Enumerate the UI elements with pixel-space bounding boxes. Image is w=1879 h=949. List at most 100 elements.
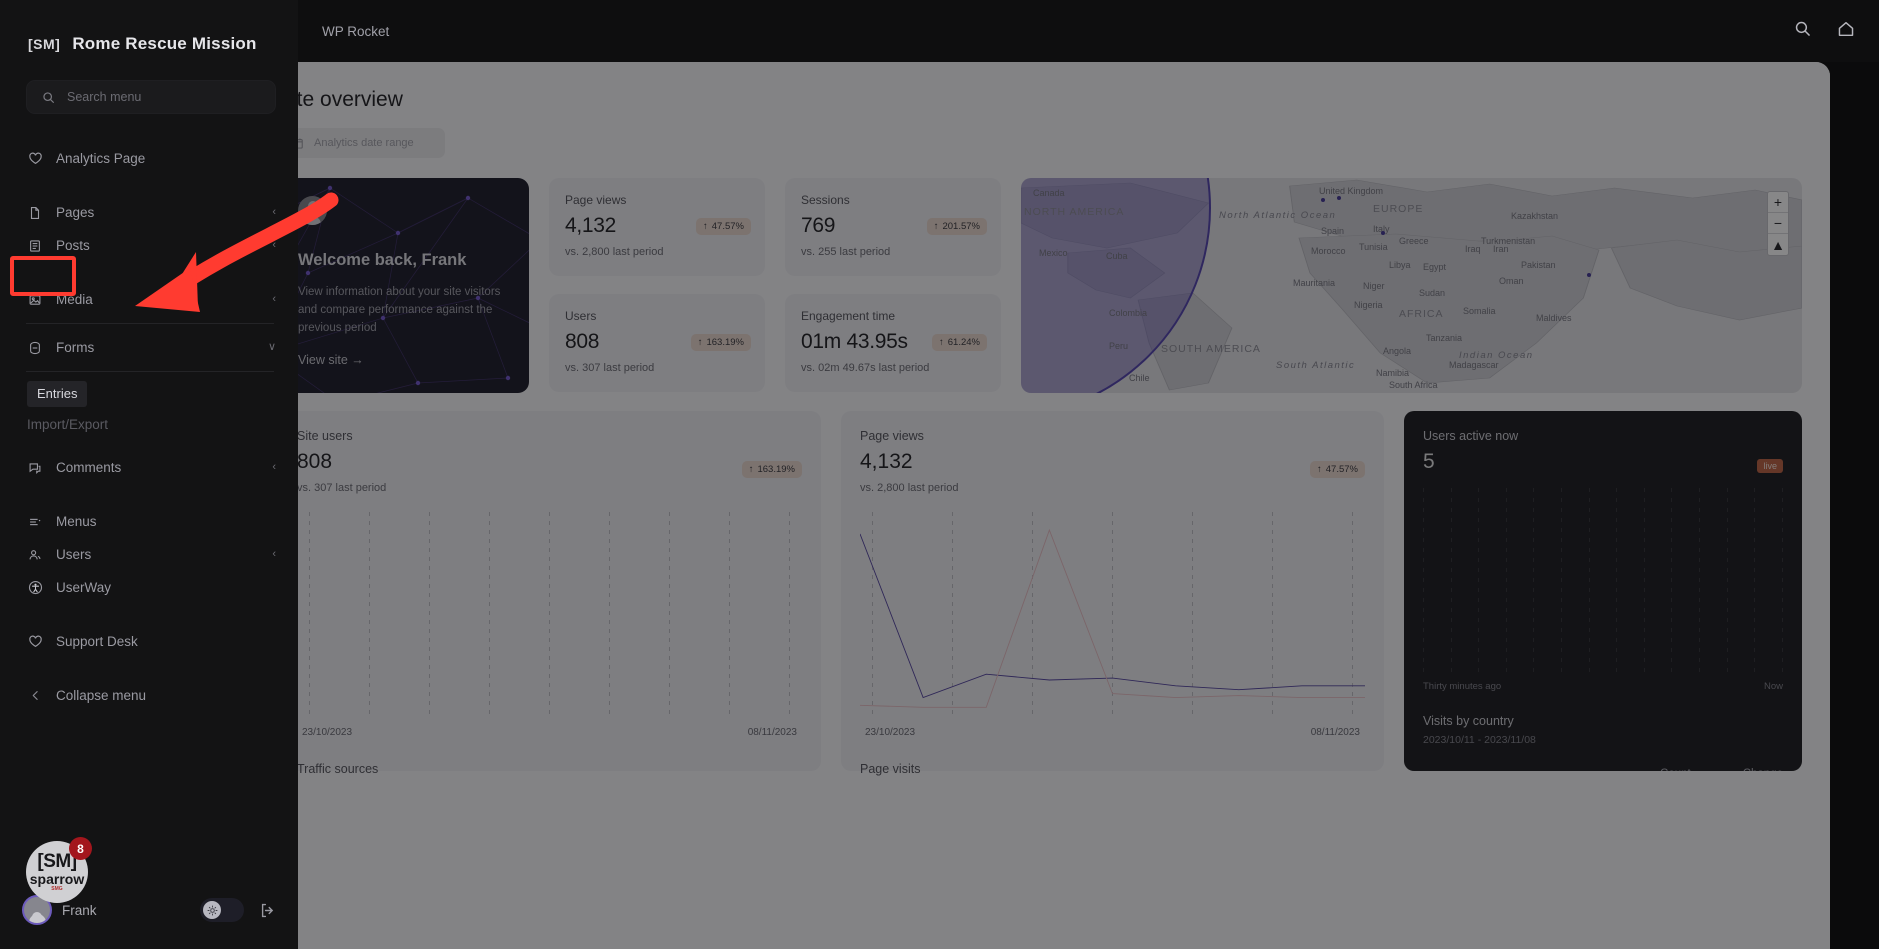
sidebar-nav: Analytics Page Pages ‹ Posts ‹ Media ‹ F… [0, 130, 298, 949]
map-zoom-out-button[interactable]: − [1768, 213, 1788, 234]
map-label-chile: Chile [1129, 373, 1150, 383]
sun-icon [203, 901, 221, 919]
stat-sub: vs. 2,800 last period [565, 246, 664, 258]
stat-label: Page views [565, 193, 627, 207]
sidebar-item-label: Analytics Page [56, 151, 146, 166]
brand[interactable]: [SM] Rome Rescue Mission [0, 0, 298, 62]
delta-value: 163.19% [706, 337, 744, 348]
users-active-now-card: Users active now 5 live Thirty minutes a… [1404, 411, 1802, 771]
sidebar-item-menus[interactable]: Menus [0, 505, 298, 538]
chevron-left-icon[interactable]: ‹ [272, 462, 276, 473]
map-label-cuba: Cuba [1106, 251, 1128, 261]
map-label-niger: Niger [1363, 281, 1385, 291]
sidebar-subitem-import-export[interactable]: Import/Export [0, 409, 298, 439]
map-label-iraq: Iraq [1465, 244, 1481, 254]
map-region-north-america: NORTH AMERICA [1024, 206, 1125, 218]
status-badge: ↑ 201.57% [926, 218, 987, 235]
arrow-up-icon: ↑ [1317, 464, 1322, 475]
welcome-card: Welcome back, Frank View information abo… [278, 178, 529, 393]
stat-card-users: Users 808 vs. 307 last period ↑ 163.19% [549, 294, 765, 392]
stat-label: Engagement time [801, 309, 896, 323]
home-icon[interactable] [1837, 20, 1855, 43]
stat-label: Users [565, 309, 597, 323]
sidebar-item-users[interactable]: Users ‹ [0, 538, 298, 571]
map-label-mauritania: Mauritania [1293, 278, 1336, 288]
chart-label: Site users [297, 429, 353, 443]
sidebar-item-posts[interactable]: Posts ‹ [0, 229, 298, 262]
map-label-egypt: Egypt [1423, 262, 1447, 272]
sparrow-logo-word: sparrow [29, 870, 85, 887]
app-root: [SM] Rome Rescue Mission Search menu Ana… [0, 0, 1879, 949]
brand-title: Rome Rescue Mission [72, 34, 257, 53]
arrow-up-icon: ↑ [933, 221, 939, 232]
chevron-left-icon[interactable]: ‹ [272, 240, 276, 251]
search-input[interactable]: Search menu [26, 80, 276, 114]
search-icon [40, 89, 56, 105]
topbar-actions [1794, 20, 1855, 43]
page-views-line-plot [860, 512, 1365, 717]
chevron-left-icon[interactable]: ‹ [272, 549, 276, 560]
search-icon[interactable] [1794, 20, 1811, 42]
live-axis: Thirty minutes ago Now [1423, 681, 1783, 692]
sidebar-item-media[interactable]: Media ‹ [0, 283, 298, 316]
sidebar-item-pages[interactable]: Pages ‹ [0, 196, 298, 229]
arrow-up-icon: ↑ [697, 337, 703, 348]
visits-by-country-title: Visits by country [1423, 714, 1514, 728]
sidebar-subitem-entries[interactable]: Entries [0, 379, 298, 409]
chevron-left-icon [27, 688, 43, 704]
stats-column-1: Page views 4,132 vs. 2,800 last period ↑… [549, 178, 765, 393]
sidebar-item-comments[interactable]: Comments ‹ [0, 451, 298, 484]
sidebar-item-label: Support Desk [56, 634, 138, 649]
site-users-bar-plot [297, 512, 802, 717]
map-data-dot [1587, 273, 1591, 277]
sidebar: [SM] Rome Rescue Mission Search menu Ana… [0, 0, 298, 949]
traffic-sources-label: Traffic sources [297, 762, 379, 776]
chevron-left-icon[interactable]: ‹ [272, 207, 276, 218]
view-site-link[interactable]: View site → [298, 353, 364, 367]
page-title: Site overview [278, 88, 403, 111]
arrow-up-icon: ↑ [748, 464, 754, 475]
map-label-canada: Canada [1033, 188, 1065, 198]
sidebar-item-userway[interactable]: UserWay [0, 571, 298, 604]
live-label: Users active now [1423, 429, 1519, 443]
map-controls[interactable]: + − ▲ [1767, 191, 1789, 256]
sidebar-item-analytics-page[interactable]: Analytics Page [0, 142, 298, 175]
map-zoom-in-button[interactable]: + [1768, 192, 1788, 213]
theme-toggle[interactable] [200, 898, 244, 922]
world-map-card[interactable]: Canada NORTH AMERICA Mexico Cuba Colombi… [1021, 178, 1802, 393]
map-data-dot [1337, 196, 1341, 200]
live-bar-plot [1423, 488, 1783, 673]
chevron-down-icon[interactable]: ∨ [268, 342, 276, 353]
line-series [860, 512, 1365, 717]
axis-label-end: Now [1763, 681, 1783, 692]
notification-badge[interactable]: 8 [69, 837, 92, 860]
menus-icon [27, 514, 43, 530]
sidebar-item-forms[interactable]: Forms ∨ [0, 331, 298, 364]
entries-highlight-box[interactable]: Entries [27, 381, 88, 407]
line-series-path [860, 530, 1365, 707]
arrow-up-icon: ↑ [939, 337, 944, 348]
map-label-maldives: Maldives [1536, 313, 1572, 323]
status-badge: ↑ 163.19% [741, 461, 802, 478]
sidebar-item-collapse-menu[interactable]: Collapse menu [0, 679, 298, 712]
analytics-date-range-input[interactable]: Analytics date range [278, 128, 445, 158]
map-label-turkmenistan: Turkmenistan [1481, 236, 1536, 246]
logout-button[interactable] [254, 897, 280, 923]
sidebar-item-label: Posts [56, 238, 90, 253]
sidebar-item-label: Forms [56, 340, 95, 355]
map-label-greece: Greece [1399, 236, 1429, 246]
chevron-left-icon[interactable]: ‹ [272, 294, 276, 305]
topbar-title: WP Rocket [322, 23, 390, 39]
sparrow-logo-watermark[interactable]: [SM] sparrow SMG 8 [26, 837, 92, 903]
overview-charts-grid: Site users 808 vs. 307 last period ↑ 163… [250, 393, 1830, 776]
search-menu-wrap: Search menu [0, 62, 298, 114]
map-ocean-south-atlantic: South Atlantic [1276, 360, 1356, 371]
map-label-angola: Angola [1383, 346, 1412, 356]
search-placeholder: Search menu [67, 90, 142, 104]
map-compass-button[interactable]: ▲ [1768, 234, 1788, 255]
sidebar-item-support-desk[interactable]: Support Desk [0, 625, 298, 658]
delta-value: 47.57% [711, 221, 744, 232]
delta-value: 47.57% [1325, 464, 1358, 475]
visits-table-header: Count Change [1423, 768, 1783, 771]
sidebar-item-label: Collapse menu [56, 688, 147, 703]
